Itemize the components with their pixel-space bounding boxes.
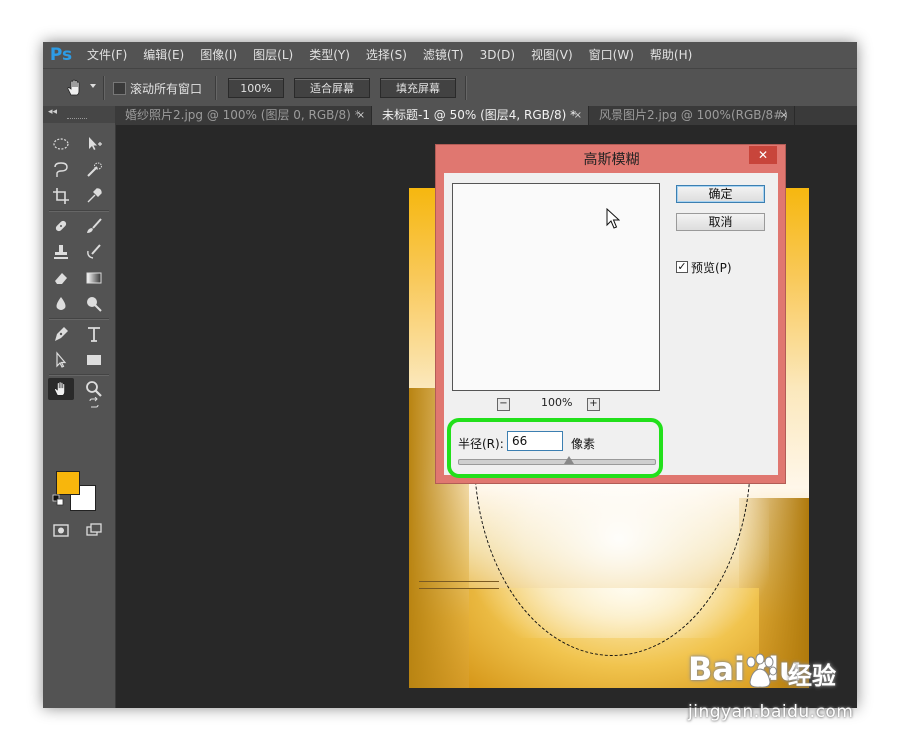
zoom-in-icon[interactable]: + xyxy=(587,398,600,411)
hand-tool-icon[interactable] xyxy=(48,378,74,400)
elliptical-marquee-tool-icon[interactable] xyxy=(50,133,72,155)
divider xyxy=(215,76,217,100)
close-icon[interactable]: × xyxy=(357,106,365,125)
rectangle-tool-icon[interactable] xyxy=(83,349,105,371)
tool-divider xyxy=(49,210,109,212)
divider xyxy=(103,76,105,100)
canvas-image-fence xyxy=(419,581,499,589)
scroll-all-windows-label: 滚动所有窗口 xyxy=(130,82,203,96)
gaussian-blur-dialog: 高斯模糊 ✕ − 100% + 确定 取消 ✓ 预览(P) 半径(R): 像素 xyxy=(435,144,786,484)
default-colors-icon[interactable] xyxy=(52,494,64,506)
collapse-panel-icon[interactable]: ◂◂ xyxy=(48,107,57,117)
dodge-tool-icon[interactable] xyxy=(83,293,105,315)
menu-filter[interactable]: 滤镜(T) xyxy=(415,42,472,68)
blur-tool-icon[interactable] xyxy=(50,293,72,315)
preview-checkbox-label: 预览(P) xyxy=(691,261,732,275)
brush-tool-icon[interactable] xyxy=(83,215,105,237)
tab-label: 未标题-1 @ 50% (图层4, RGB/8) * xyxy=(382,108,577,122)
menu-edit[interactable]: 编辑(E) xyxy=(135,42,192,68)
gradient-tool-icon[interactable] xyxy=(83,267,105,289)
tab-label: 婚纱照片2.jpg @ 100% (图层 0, RGB/8) * xyxy=(125,108,361,122)
menu-view[interactable]: 视图(V) xyxy=(523,42,581,68)
menu-window[interactable]: 窗口(W) xyxy=(581,42,642,68)
zoom-100-button[interactable]: 100% xyxy=(228,78,284,98)
tab-label: 风景图片2.jpg @ 100%(RGB/8#) xyxy=(599,108,788,122)
close-icon[interactable]: × xyxy=(574,106,582,125)
watermark-url: jingyan.baidu.com xyxy=(688,702,854,722)
quick-selection-tool-icon[interactable] xyxy=(83,159,105,181)
menu-layer[interactable]: 图层(L) xyxy=(245,42,301,68)
paw-icon xyxy=(746,653,777,688)
path-selection-tool-icon[interactable] xyxy=(50,349,72,371)
radius-slider-thumb[interactable] xyxy=(564,456,574,464)
clone-stamp-tool-icon[interactable] xyxy=(50,241,72,263)
menu-select[interactable]: 选择(S) xyxy=(358,42,415,68)
radius-input[interactable] xyxy=(507,431,563,451)
document-tab-bar: 婚纱照片2.jpg @ 100% (图层 0, RGB/8) * × 未标题-1… xyxy=(115,106,857,125)
pen-tool-icon[interactable] xyxy=(50,323,72,345)
preview-checkbox[interactable]: ✓ xyxy=(676,261,688,273)
lasso-tool-icon[interactable] xyxy=(50,159,72,181)
panel-grip[interactable] xyxy=(67,118,87,121)
dialog-title[interactable]: 高斯模糊 xyxy=(436,145,787,171)
tool-divider xyxy=(49,374,109,376)
radius-label: 半径(R): xyxy=(458,437,504,451)
menu-type[interactable]: 类型(Y) xyxy=(301,42,358,68)
toolbox: ◂◂ xyxy=(43,106,116,708)
screen-mode-icon[interactable] xyxy=(83,519,105,541)
tool-divider xyxy=(49,318,109,320)
ok-button[interactable]: 确定 xyxy=(676,185,765,203)
foreground-color-swatch[interactable] xyxy=(56,471,80,495)
ps-logo: Ps xyxy=(49,45,73,65)
close-icon[interactable]: ✕ xyxy=(749,146,777,164)
options-bar: 滚动所有窗口 100% 适合屏幕 填充屏幕 xyxy=(43,68,857,108)
history-brush-tool-icon[interactable] xyxy=(83,241,105,263)
preview-zoom-level: 100% xyxy=(541,396,573,409)
quick-mask-icon[interactable] xyxy=(50,519,72,541)
tab-wedding-photo[interactable]: 婚纱照片2.jpg @ 100% (图层 0, RGB/8) * × xyxy=(115,106,372,125)
fill-screen-button[interactable]: 填充屏幕 xyxy=(380,78,456,98)
baidu-jingyan-watermark: Bai du 经验 jingyan.baidu.com xyxy=(688,650,893,745)
tab-landscape-photo[interactable]: 风景图片2.jpg @ 100%(RGB/8#) × xyxy=(589,106,795,125)
radius-unit: 像素 xyxy=(571,437,596,451)
divider xyxy=(465,76,467,100)
cancel-button[interactable]: 取消 xyxy=(676,213,765,231)
healing-brush-tool-icon[interactable] xyxy=(50,215,72,237)
tool-preset-chevron-down-icon[interactable] xyxy=(90,84,96,88)
jingyan-logo-text: 经验 xyxy=(788,662,836,690)
move-tool-icon[interactable] xyxy=(83,133,105,155)
tab-untitled-1[interactable]: 未标题-1 @ 50% (图层4, RGB/8) * × xyxy=(372,106,589,125)
close-icon[interactable]: × xyxy=(780,106,788,125)
swap-colors-icon[interactable] xyxy=(87,396,101,410)
radius-slider[interactable] xyxy=(458,459,656,465)
menu-image[interactable]: 图像(I) xyxy=(192,42,245,68)
eraser-tool-icon[interactable] xyxy=(50,267,72,289)
menu-3d[interactable]: 3D(D) xyxy=(472,42,523,68)
type-tool-icon[interactable] xyxy=(83,323,105,345)
menu-file[interactable]: 文件(F) xyxy=(79,42,135,68)
toolbox-header: ◂◂ xyxy=(43,106,115,123)
mouse-cursor-icon xyxy=(606,208,620,229)
filter-preview[interactable] xyxy=(452,183,660,391)
eyedropper-tool-icon[interactable] xyxy=(83,185,105,207)
menu-bar: Ps 文件(F) 编辑(E) 图像(I) 图层(L) 类型(Y) 选择(S) 滤… xyxy=(43,42,857,68)
zoom-out-icon[interactable]: − xyxy=(497,398,510,411)
fit-screen-button[interactable]: 适合屏幕 xyxy=(294,78,370,98)
crop-tool-icon[interactable] xyxy=(50,185,72,207)
menu-help[interactable]: 帮助(H) xyxy=(642,42,700,68)
hand-tool-icon[interactable] xyxy=(65,78,85,98)
scroll-all-windows-checkbox[interactable] xyxy=(113,82,126,95)
